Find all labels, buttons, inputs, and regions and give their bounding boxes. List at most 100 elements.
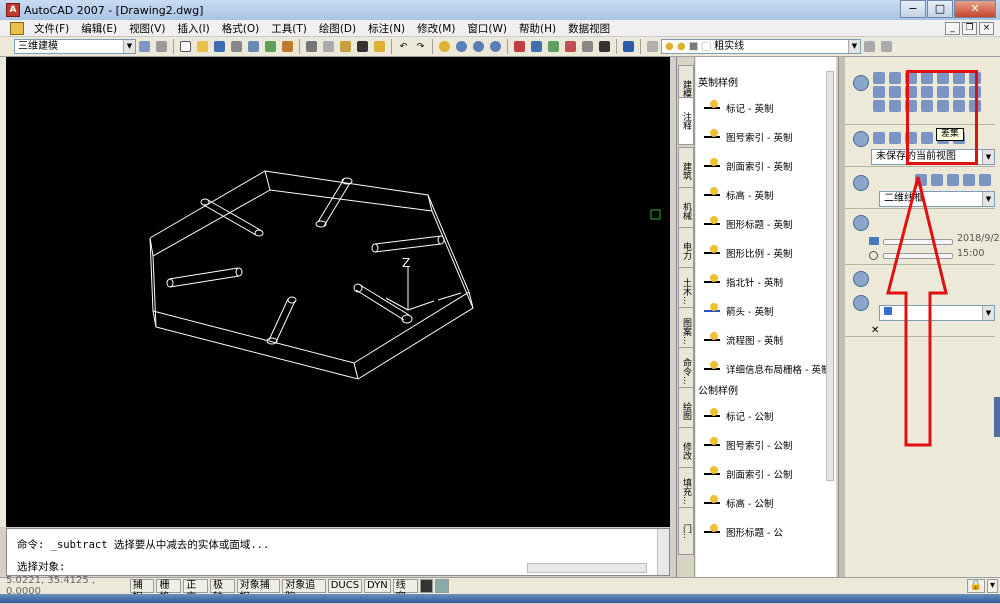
3d-make-icon[interactable] [853,75,869,91]
workspace-select[interactable]: 三维建模 ▼ [14,39,136,54]
menu-format[interactable]: 格式(O) [216,21,265,36]
tab-doors[interactable]: 门.. [678,507,694,555]
block-editor-icon[interactable] [372,39,387,54]
lock-toolbar-icon[interactable]: 🔒 [966,579,985,593]
tool-palettes-icon[interactable] [546,39,561,54]
maximize-button[interactable]: □ [927,0,953,18]
menu-draw[interactable]: 绘图(D) [313,21,362,36]
union-icon[interactable] [873,100,885,112]
close-button[interactable]: ✕ [954,0,996,18]
style-settings-icon[interactable] [979,174,991,186]
minimize-button[interactable]: − [900,0,926,18]
plot-preview-icon[interactable] [246,39,261,54]
make-layer-current-icon[interactable] [862,39,877,54]
snap-toggle[interactable]: 捕捉 [129,579,155,603]
materials-icon[interactable] [853,271,869,287]
properties-icon[interactable] [512,39,527,54]
match-properties-icon[interactable] [355,39,370,54]
grid-toggle[interactable]: 栅格 [156,579,182,603]
markup-icon[interactable] [580,39,595,54]
save-workspace-icon[interactable] [154,39,169,54]
polar-toggle[interactable]: 极轴 [209,579,235,603]
zoom-realtime-icon[interactable] [454,39,469,54]
menu-window[interactable]: 窗口(W) [461,21,513,36]
visual-style-icon[interactable] [853,175,869,191]
help-icon[interactable] [621,39,636,54]
palette-item[interactable]: 箭头 - 英制 [696,296,836,325]
layer-manager-icon[interactable] [645,39,660,54]
menu-file[interactable]: 文件(F) [28,21,75,36]
command-hscrollbar[interactable] [527,563,647,573]
3d-navigate-icon[interactable] [853,131,869,147]
calculator-icon[interactable] [597,39,612,54]
lineweight-toggle[interactable]: 线宽 [392,579,418,603]
palette-scrollbar[interactable] [826,71,834,481]
palette-item[interactable]: 图号索引 - 英制 [696,122,836,151]
layer-previous-icon[interactable] [879,39,894,54]
box-icon[interactable] [873,72,885,84]
palette-item[interactable]: 图形标题 - 公 [696,517,836,546]
paste-icon[interactable] [338,39,353,54]
menu-dimension[interactable]: 标注(N) [362,21,411,36]
command-window[interactable]: 命令: _subtract 选择要从中减去的实体或面域... 选择对象: [6,528,670,576]
document-icon[interactable] [10,21,24,35]
dashboard-scroll-handle[interactable] [994,397,1000,437]
dyn-toggle[interactable]: DYN [364,579,391,593]
palette-item[interactable]: 图形标题 - 英制 [696,209,836,238]
zoom-window-icon[interactable] [471,39,486,54]
3d-dwf-icon[interactable] [280,39,295,54]
redo-icon[interactable]: ↷ [413,39,428,54]
menu-tools[interactable]: 工具(T) [265,21,313,36]
menu-modify[interactable]: 修改(M) [411,21,461,36]
menu-data-view[interactable]: 数据视图 [562,21,616,36]
palette-item[interactable]: 标记 - 英制 [696,93,836,122]
copy-icon[interactable] [321,39,336,54]
zoom-previous-icon[interactable] [488,39,503,54]
otrack-toggle[interactable]: 对象追踪 [282,579,326,603]
status-menu-icon[interactable]: ▾ [987,579,999,593]
ortho-toggle[interactable]: 正交 [183,579,208,603]
subtract-icon[interactable] [889,100,901,112]
pan-icon[interactable] [437,39,452,54]
layer-linetype-select[interactable]: ● ● ■ ■ 粗实线 ▼ [661,39,861,54]
palette-item[interactable]: 图形比例 - 英制 [696,238,836,267]
pan-icon[interactable] [889,132,901,144]
plot-icon[interactable] [229,39,244,54]
new-file-icon[interactable] [178,39,193,54]
model-space-icon[interactable] [419,579,434,593]
menu-help[interactable]: 帮助(H) [513,21,562,36]
command-scrollbar[interactable] [657,529,669,575]
palette-item[interactable]: 剖面索引 - 英制 [696,151,836,180]
tab-annotation[interactable]: 注释 [678,97,694,145]
style-manager-icon[interactable] [963,174,975,186]
light-icon[interactable] [853,215,869,231]
doc-close-button[interactable]: × [979,22,994,35]
cut-icon[interactable] [304,39,319,54]
design-center-icon[interactable] [529,39,544,54]
workspace-settings-icon[interactable] [137,39,152,54]
orbit-icon[interactable] [873,132,885,144]
publish-icon[interactable] [263,39,278,54]
open-file-icon[interactable] [195,39,210,54]
palette-item[interactable]: 流程图 - 英制 [696,325,836,354]
save-icon[interactable] [212,39,227,54]
undo-icon[interactable]: ↶ [396,39,411,54]
palette-item[interactable]: 标高 - 公制 [696,488,836,517]
sheet-set-icon[interactable] [563,39,578,54]
ducs-toggle[interactable]: DUCS [327,579,363,593]
doc-minimize-button[interactable]: _ [945,22,960,35]
osnap-toggle[interactable]: 对象捕捉 [236,579,281,603]
menu-insert[interactable]: 插入(I) [171,21,215,36]
render-icon[interactable] [853,295,869,311]
palette-item[interactable]: 标记 - 公制 [696,401,836,430]
pyramid-icon[interactable] [889,72,901,84]
extrude-icon[interactable] [873,86,885,98]
palette-item[interactable]: 详细信息布局栅格 - 英制 [696,354,836,383]
menu-edit[interactable]: 编辑(E) [75,21,123,36]
palette-item[interactable]: 图号索引 - 公制 [696,430,836,459]
drawing-canvas[interactable]: Z [6,57,670,527]
menu-view[interactable]: 视图(V) [123,21,171,36]
palette-item[interactable]: 剖面索引 - 公制 [696,459,836,488]
layout-icon[interactable] [435,579,449,593]
doc-restore-button[interactable]: ❐ [962,22,977,35]
